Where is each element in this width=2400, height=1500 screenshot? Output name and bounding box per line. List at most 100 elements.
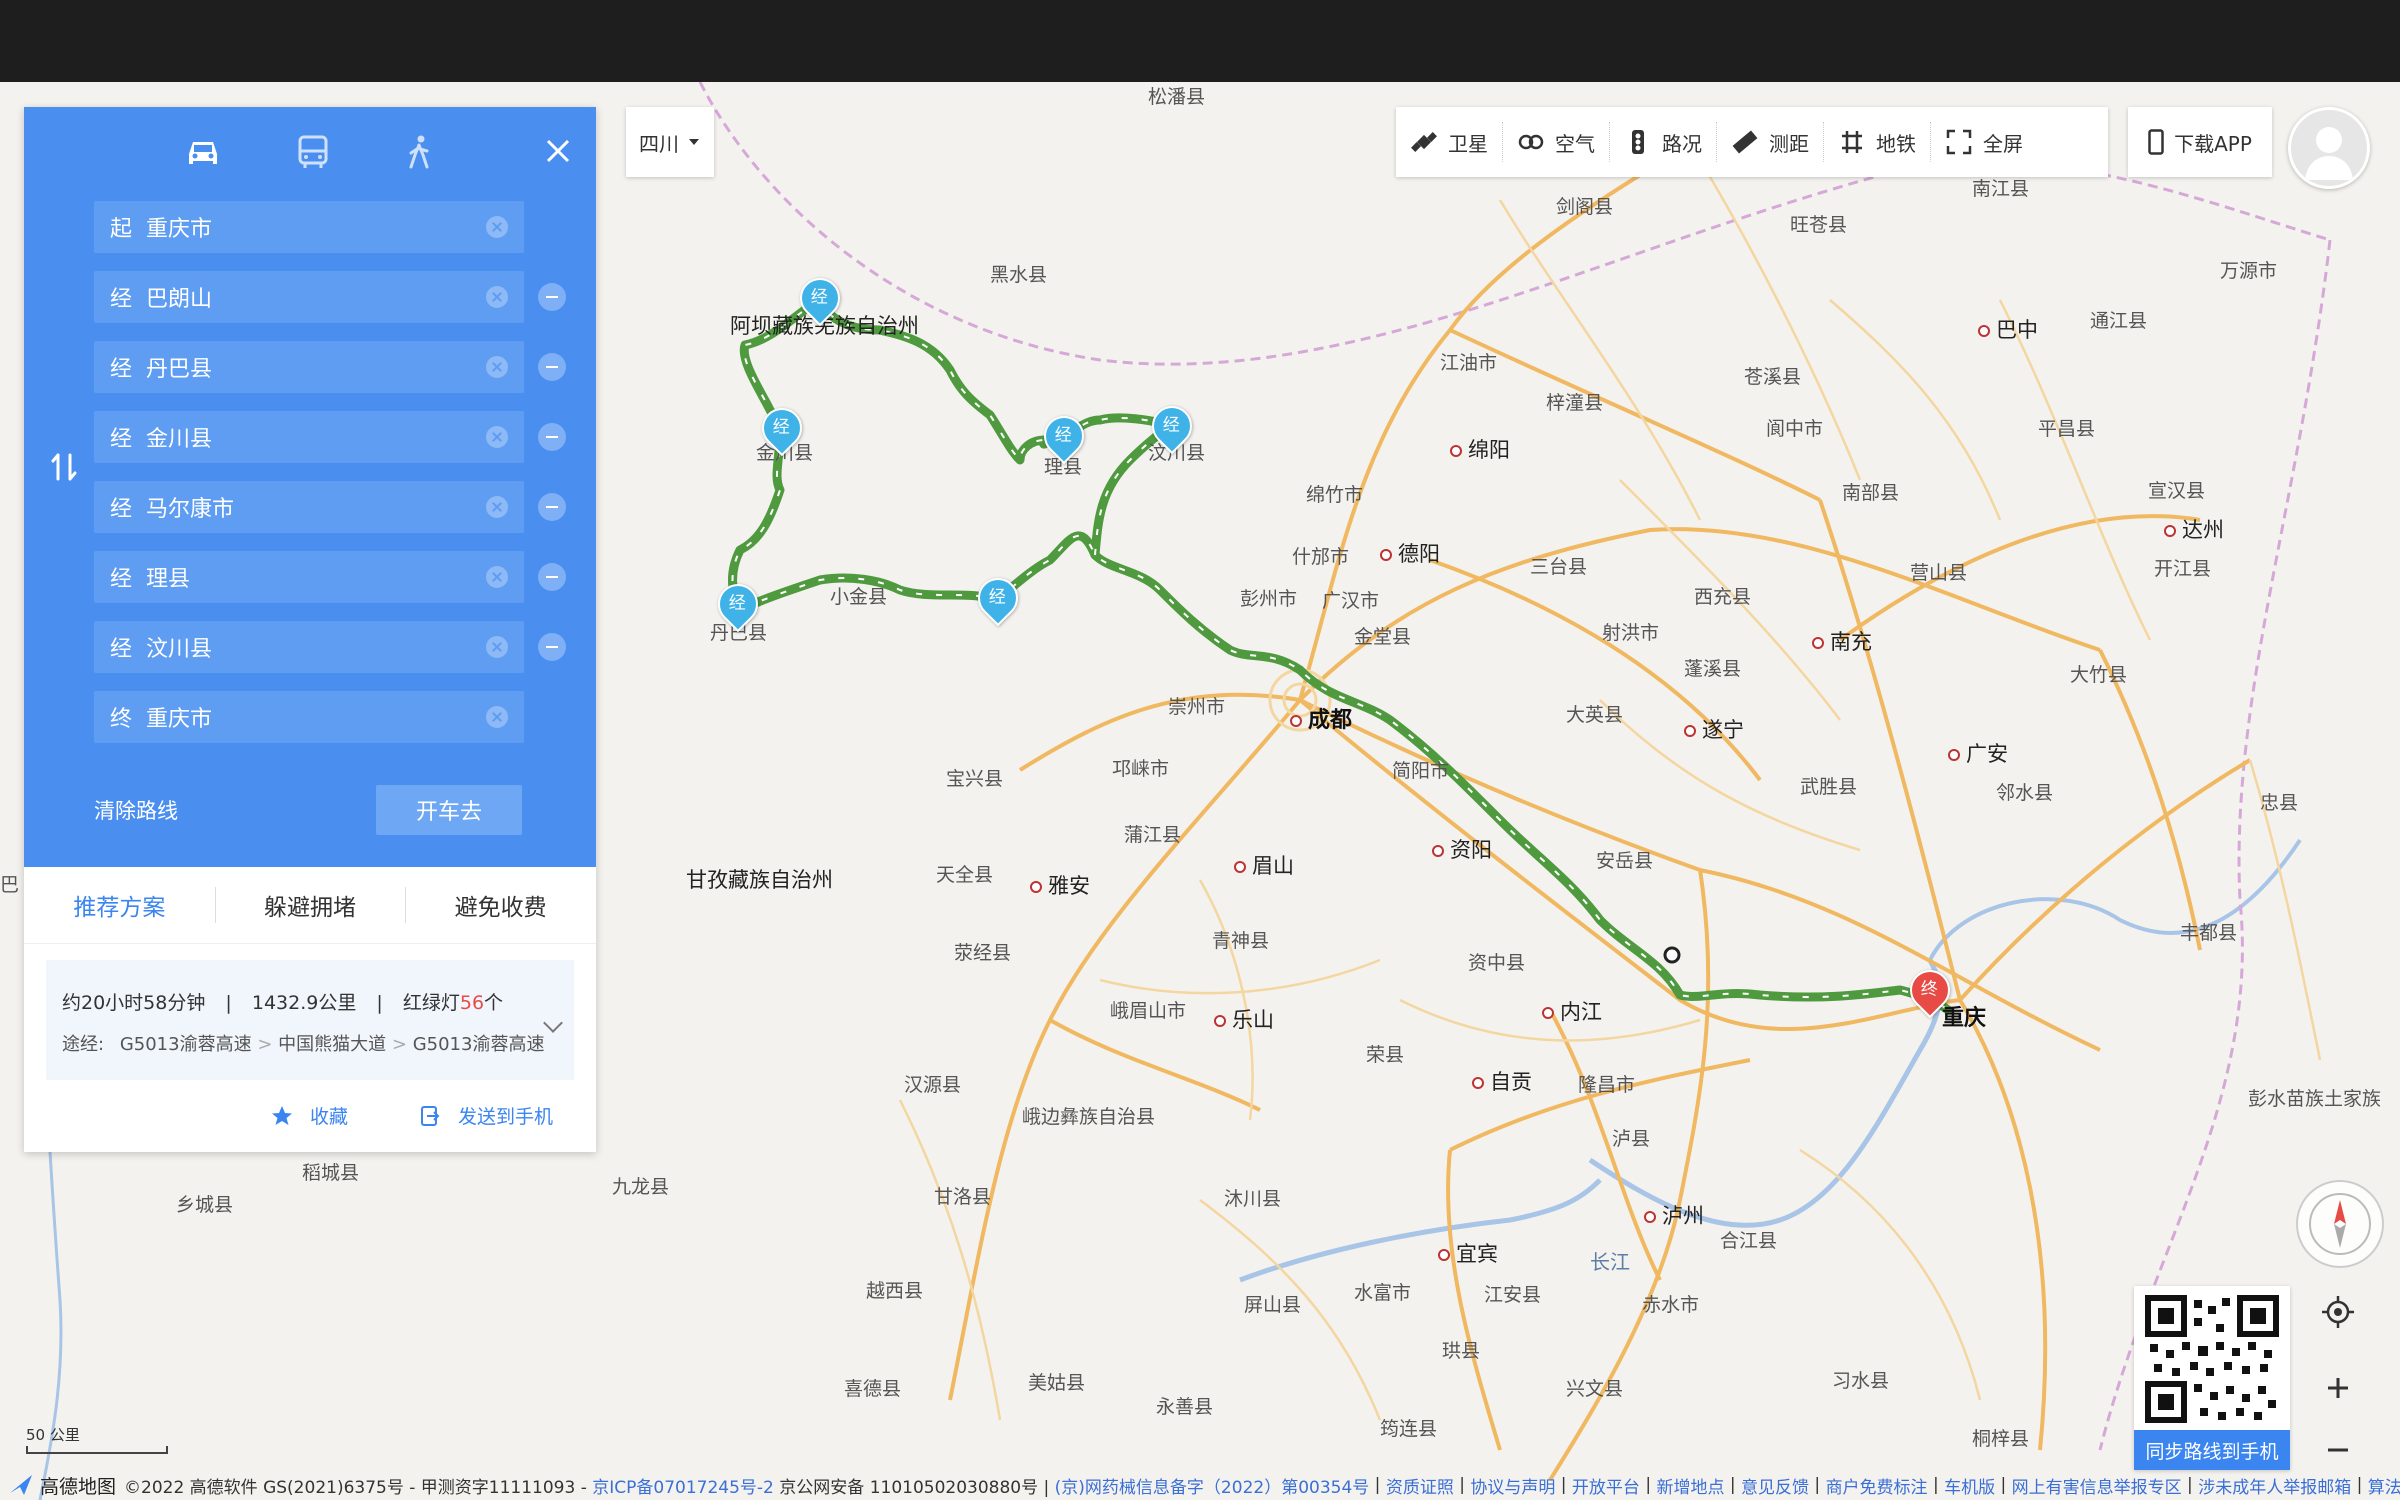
waypoint-input[interactable]: 经丹巴县 bbox=[94, 341, 524, 393]
tool-fullscreen[interactable]: 全屏 bbox=[1930, 122, 2037, 162]
map-label: 荣县 bbox=[1366, 1044, 1405, 1066]
row-value: 丹巴县 bbox=[146, 357, 213, 382]
plan-summary: 约20小时58分钟 | 1432.9公里 | 红绿灯56个 bbox=[62, 992, 504, 1014]
footer-link[interactable]: 算法 bbox=[2368, 1473, 2400, 1498]
map-label: 广汉市 bbox=[1322, 590, 1380, 612]
medical-record-link[interactable]: (京)网药械信息备字（2022）第00354号 bbox=[1055, 1473, 1370, 1498]
row-tag: 经 bbox=[110, 637, 133, 662]
region-selector[interactable]: 四川 bbox=[626, 107, 714, 177]
download-app-button[interactable]: 下载APP bbox=[2128, 107, 2272, 177]
map-toolbar: 卫星 空气 路况 测距 地铁 全屏 bbox=[1396, 107, 2108, 177]
waypoint-input[interactable]: 经金川县 bbox=[94, 411, 524, 463]
ruler-icon bbox=[1732, 130, 1758, 154]
footer-link[interactable]: 资质证照 bbox=[1386, 1473, 1454, 1498]
clear-field-icon[interactable] bbox=[486, 356, 508, 378]
route-tabs: 推荐方案 躲避拥堵 避免收费 bbox=[24, 867, 596, 944]
remove-waypoint-icon[interactable] bbox=[538, 493, 566, 521]
close-icon[interactable] bbox=[538, 131, 578, 171]
tool-traffic[interactable]: 路况 bbox=[1609, 122, 1716, 162]
sync-route-button[interactable]: 同步路线到手机 bbox=[2134, 1430, 2290, 1470]
map-label: 彭州市 bbox=[1240, 588, 1298, 610]
map-label: 武胜县 bbox=[1800, 776, 1858, 798]
row-tag: 经 bbox=[110, 497, 133, 522]
icp-link[interactable]: 京ICP备07017245号-2 bbox=[592, 1473, 774, 1498]
clear-route-link[interactable]: 清除路线 bbox=[94, 795, 178, 825]
locate-icon[interactable] bbox=[2316, 1290, 2360, 1334]
waypoint-input[interactable]: 经理县 bbox=[94, 551, 524, 603]
tab-avoid-congestion[interactable]: 躲避拥堵 bbox=[214, 867, 406, 943]
send-to-phone-button[interactable]: 发送到手机 bbox=[418, 1102, 553, 1129]
map-label: 大英县 bbox=[1566, 704, 1624, 726]
footer-link[interactable]: 意见反馈 bbox=[1741, 1473, 1809, 1498]
map-label: 忠县 bbox=[2260, 792, 2299, 814]
map-label: 雅安 bbox=[1030, 870, 1090, 900]
clear-field-icon[interactable] bbox=[486, 286, 508, 308]
qr-code-panel[interactable]: 同步路线到手机 bbox=[2134, 1286, 2290, 1470]
row-value: 金川县 bbox=[146, 427, 213, 452]
footer-link[interactable]: 涉未成年人举报邮箱 bbox=[2198, 1473, 2351, 1498]
map-label: 宝兴县 bbox=[946, 768, 1004, 790]
end-input[interactable]: 终重庆市 bbox=[94, 691, 524, 743]
waypoint-input[interactable]: 经汶川县 bbox=[94, 621, 524, 673]
tab-recommended[interactable]: 推荐方案 bbox=[24, 867, 215, 943]
map-label: 南部县 bbox=[1842, 482, 1900, 504]
row-value: 巴朗山 bbox=[146, 287, 213, 312]
waypoint-input[interactable]: 经巴朗山 bbox=[94, 271, 524, 323]
map-label: 平昌县 bbox=[2038, 418, 2096, 440]
remove-waypoint-icon[interactable] bbox=[538, 353, 566, 381]
route-plan-card[interactable]: 约20小时58分钟 | 1432.9公里 | 红绿灯56个 途经: G5013渝… bbox=[46, 960, 574, 1080]
amap-logo[interactable]: 高德地图 bbox=[8, 1472, 116, 1499]
remove-waypoint-icon[interactable] bbox=[538, 283, 566, 311]
footer-link[interactable]: 网上有害信息举报专区 bbox=[2012, 1473, 2182, 1498]
car-mode-icon[interactable] bbox=[178, 127, 228, 177]
map-label: 桐梓县 bbox=[1972, 1428, 2030, 1450]
compass-control[interactable] bbox=[2296, 1180, 2384, 1268]
map-label: 达州 bbox=[2164, 514, 2224, 544]
start-drive-button[interactable]: 开车去 bbox=[376, 785, 522, 835]
tool-measure[interactable]: 测距 bbox=[1716, 122, 1823, 162]
tool-label: 地铁 bbox=[1876, 131, 1916, 156]
map-label: 自贡 bbox=[1472, 1066, 1532, 1096]
footer-link[interactable]: 协议与声明 bbox=[1470, 1473, 1555, 1498]
collect-button[interactable]: 收藏 bbox=[270, 1102, 348, 1129]
walk-mode-icon[interactable] bbox=[394, 127, 444, 177]
avatar[interactable] bbox=[2288, 107, 2370, 189]
waypoint-input[interactable]: 经马尔康市 bbox=[94, 481, 524, 533]
row-value: 理县 bbox=[146, 567, 191, 592]
copyright-text: ©2022 高德软件 GS(2021)6375号 - 甲测资字11111093 … bbox=[124, 1477, 587, 1498]
footer-link[interactable]: 开放平台 bbox=[1572, 1473, 1640, 1498]
tab-avoid-tolls[interactable]: 避免收费 bbox=[405, 867, 596, 943]
browser-top-bar bbox=[0, 0, 2400, 82]
tool-satellite[interactable]: 卫星 bbox=[1396, 122, 1502, 162]
amap-logo-icon bbox=[10, 1475, 32, 1495]
footer-link[interactable]: 商户免费标注 bbox=[1826, 1473, 1928, 1498]
remove-waypoint-icon[interactable] bbox=[538, 633, 566, 661]
remove-waypoint-icon[interactable] bbox=[538, 563, 566, 591]
clear-field-icon[interactable] bbox=[486, 566, 508, 588]
clear-field-icon[interactable] bbox=[486, 706, 508, 728]
row-tag: 经 bbox=[110, 357, 133, 382]
clear-field-icon[interactable] bbox=[486, 496, 508, 518]
swap-icon[interactable] bbox=[44, 447, 84, 487]
map-label: 美姑县 bbox=[1028, 1372, 1086, 1394]
map-label: 赤水市 bbox=[1642, 1294, 1700, 1316]
row-value: 马尔康市 bbox=[146, 497, 235, 522]
start-input[interactable]: 起重庆市 bbox=[94, 201, 524, 253]
via-road: 中国熊猫大道 bbox=[278, 1034, 387, 1055]
remove-waypoint-icon[interactable] bbox=[538, 423, 566, 451]
row-tag: 终 bbox=[110, 707, 133, 732]
map-label: 越西县 bbox=[866, 1280, 924, 1302]
map-label: 旺苍县 bbox=[1790, 214, 1848, 236]
clear-field-icon[interactable] bbox=[486, 216, 508, 238]
map-label: 天全县 bbox=[936, 864, 994, 886]
tool-air[interactable]: 空气 bbox=[1502, 122, 1609, 162]
footer-link[interactable]: 车机版 bbox=[1944, 1473, 1995, 1498]
expand-chevron-icon[interactable] bbox=[543, 1013, 563, 1033]
footer-link[interactable]: 新增地点 bbox=[1656, 1473, 1724, 1498]
clear-field-icon[interactable] bbox=[486, 636, 508, 658]
map-label: 西充县 bbox=[1694, 586, 1752, 608]
tool-subway[interactable]: 地铁 bbox=[1823, 122, 1930, 162]
bus-mode-icon[interactable] bbox=[288, 127, 338, 177]
clear-field-icon[interactable] bbox=[486, 426, 508, 448]
map-label: 大竹县 bbox=[2070, 664, 2128, 686]
